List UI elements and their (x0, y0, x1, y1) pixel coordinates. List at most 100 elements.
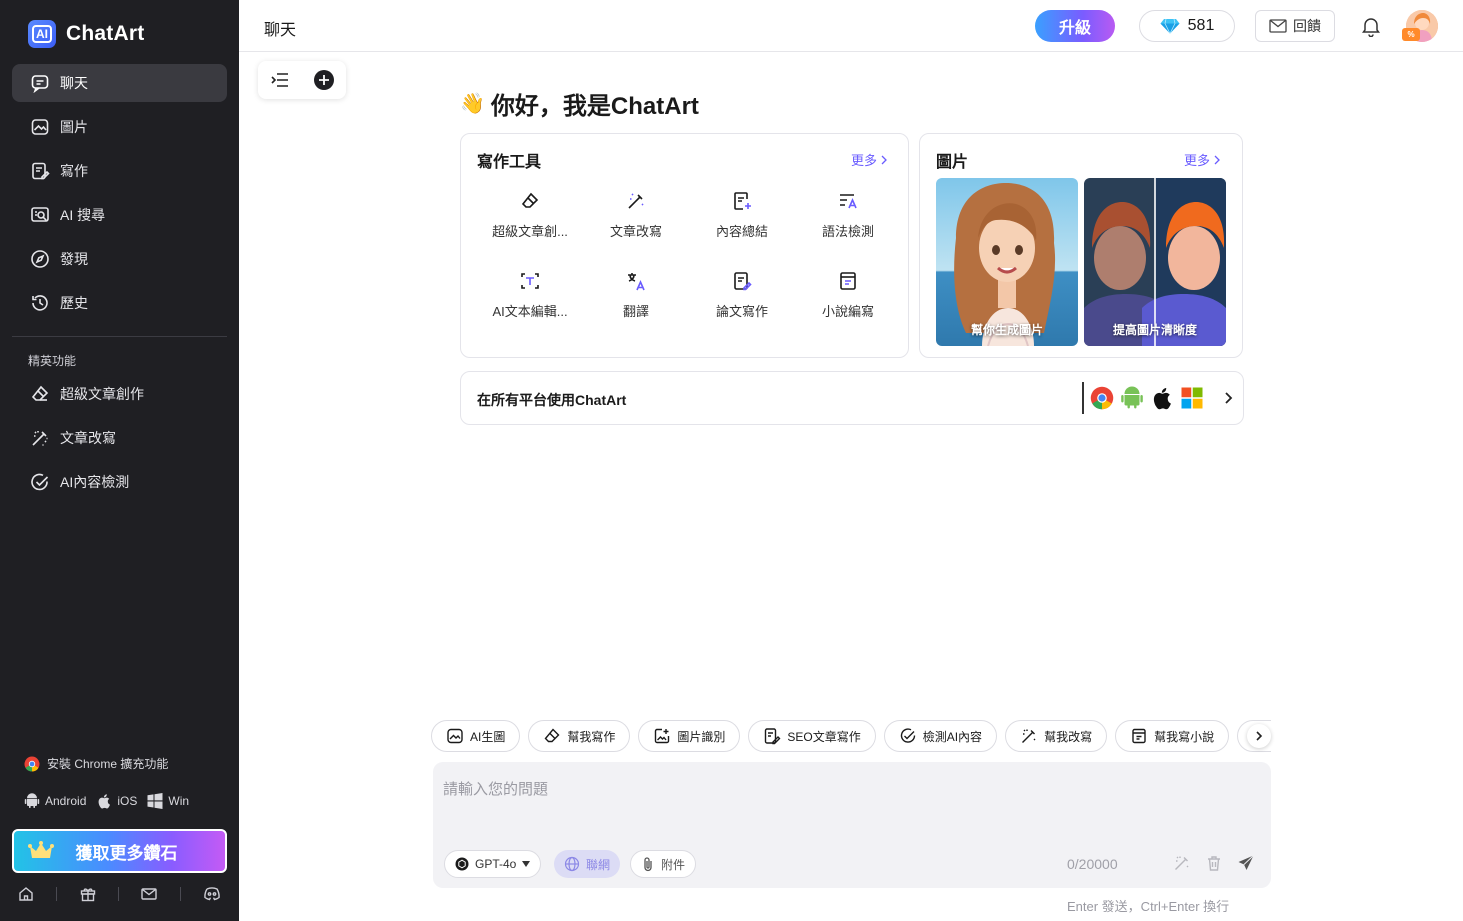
apple-icon[interactable] (1150, 386, 1174, 410)
greeting: 👋 你好，我是ChatArt (460, 86, 699, 121)
magic-wand-icon[interactable] (1173, 854, 1191, 872)
home-icon[interactable] (17, 885, 35, 903)
cta-label: 獲取更多鑽石 (75, 843, 178, 863)
install-chrome-extension[interactable]: 安裝 Chrome 擴充功能 (24, 755, 168, 772)
diamond-icon (1160, 18, 1180, 34)
attach-button[interactable]: 附件 (630, 850, 697, 878)
chip-label: AI生圖 (470, 729, 506, 744)
bell-icon[interactable] (1360, 15, 1382, 37)
images-title: 圖片 (936, 154, 969, 171)
sidebar-toggle-icon[interactable] (270, 71, 290, 89)
chip-detect-ai[interactable]: 檢測AI內容 (883, 720, 998, 752)
windows-label: Win (168, 794, 190, 808)
mail-icon[interactable] (140, 885, 158, 903)
tool-rewrite[interactable]: 文章改寫 (583, 190, 689, 240)
image-generate-tile[interactable]: 幫你生成圖片 (936, 178, 1078, 346)
windows-icon[interactable] (1180, 386, 1204, 410)
writing-tools-title: 寫作工具 (477, 154, 542, 171)
new-chat-icon[interactable] (313, 69, 335, 91)
caret-down-icon (522, 861, 531, 867)
top-bar: 聊天 升級 581 回饋 % (239, 0, 1463, 52)
mail-icon (1269, 19, 1287, 33)
tool-text-edit[interactable]: AI文本編輯... (477, 270, 583, 320)
tool-novel[interactable]: 小說編寫 (795, 270, 901, 320)
images-card: 圖片 更多 幫你生成圖片 提高圖片清晰度 (919, 133, 1243, 358)
tool-grammar[interactable]: 語法檢測 (795, 190, 901, 240)
writing-tools-more-link[interactable]: 更多 (851, 150, 888, 169)
tool-label: 文章改寫 (609, 224, 662, 239)
more-label: 更多 (851, 153, 878, 168)
globe-icon (564, 856, 580, 872)
chevron-right-icon (1214, 155, 1220, 164)
magic-wand-icon (32, 431, 48, 446)
sidebar-item-discover[interactable]: 發現 (12, 240, 227, 278)
android-link[interactable]: Android (24, 793, 86, 809)
sidebar-item-chat[interactable]: 聊天 (12, 64, 227, 102)
chip-seo-article[interactable]: SEO文章寫作 (748, 720, 876, 752)
chip-help-rewrite[interactable]: 幫我改寫 (1005, 720, 1108, 752)
app-name: ChatArt (66, 22, 145, 45)
trash-icon[interactable] (1205, 854, 1223, 872)
logo[interactable]: AI ChatArt (28, 20, 144, 48)
ios-link[interactable]: iOS (96, 793, 137, 809)
diamond-balance-button[interactable]: 581 (1139, 10, 1235, 42)
android-label: Android (45, 794, 87, 808)
images-more-link[interactable]: 更多 (1184, 150, 1221, 169)
history-icon (32, 295, 48, 311)
platform-links: Android iOS Win (24, 793, 193, 809)
chip-help-write[interactable]: 幫我寫作 (528, 720, 631, 752)
tool-paper[interactable]: 論文寫作 (689, 270, 795, 320)
magic-wand-icon (1022, 729, 1036, 743)
send-icon[interactable] (1237, 854, 1255, 872)
chip-ai-image[interactable]: AI生圖 (431, 720, 521, 752)
windows-link[interactable]: Win (147, 793, 189, 809)
image-enhance-tile[interactable]: 提高圖片清晰度 (1084, 178, 1226, 346)
tool-summary[interactable]: 內容總結 (689, 190, 795, 240)
feedback-button[interactable]: 回饋 (1255, 10, 1335, 42)
sidebar-footer (0, 880, 239, 908)
quick-actions: AI生圖 幫我寫作 圖片識別 SEO文章寫作 檢測AI內容 幫我改寫 幫我寫小說 (431, 720, 1271, 754)
sidebar-item-rewrite[interactable]: 文章改寫 (12, 419, 227, 457)
eraser-icon (31, 385, 49, 401)
sidebar-item-write[interactable]: 寫作 (12, 152, 227, 190)
main-nav: 聊天 圖片 寫作 AI 搜尋 發現 歷史 (12, 64, 227, 328)
chevron-right-icon[interactable] (1216, 386, 1240, 410)
footer-separator (117, 887, 119, 901)
openai-icon (455, 857, 469, 871)
platform-bar[interactable]: 在所有平台使用ChatArt (460, 371, 1244, 425)
discount-badge: % (1402, 28, 1420, 41)
sidebar-item-ai-search[interactable]: AI 搜尋 (12, 196, 227, 234)
sidebar: AI ChatArt 聊天 圖片 寫作 AI 搜尋 發現 歷史 精英功能 超級文… (0, 0, 239, 921)
sidebar-item-history[interactable]: 歷史 (12, 284, 227, 322)
chip-help-novel[interactable]: 幫我寫小說 (1115, 720, 1230, 752)
sidebar-item-image[interactable]: 圖片 (12, 108, 227, 146)
upgrade-button[interactable]: 升級 (1035, 10, 1115, 42)
model-selector[interactable]: GPT-4o (444, 850, 542, 878)
chat-icon (31, 75, 49, 93)
sidebar-item-super-article[interactable]: 超級文章創作 (12, 375, 227, 413)
get-more-diamonds-button[interactable]: 獲取更多鑽石 (12, 829, 227, 873)
gift-icon[interactable] (79, 885, 97, 903)
question-input[interactable] (443, 778, 1243, 838)
discord-icon[interactable] (202, 885, 222, 903)
chips-scroll-right-button[interactable] (1247, 724, 1271, 748)
sidebar-item-label: 聊天 (60, 75, 88, 91)
chrome-icon[interactable] (1090, 386, 1114, 410)
chip-image-recognize[interactable]: 圖片識別 (638, 720, 741, 752)
web-search-toggle[interactable]: 聯網 (554, 850, 621, 878)
greeting-text: 你好，我是ChatArt (490, 93, 699, 120)
tool-translate[interactable]: 翻譯 (583, 270, 689, 320)
sidebar-item-label: 文章改寫 (60, 430, 116, 446)
write-icon (765, 728, 781, 745)
chip-label: 圖片識別 (677, 729, 726, 744)
model-name: GPT-4o (475, 857, 517, 871)
tool-label: 小說編寫 (821, 304, 874, 319)
tool-super-article[interactable]: 超級文章創... (477, 190, 583, 240)
android-icon[interactable] (1120, 386, 1144, 410)
sidebar-item-label: 圖片 (60, 119, 88, 135)
image-tile-caption: 提高圖片清晰度 (1112, 323, 1197, 337)
crown-icon (28, 841, 54, 858)
more-label: 更多 (1184, 153, 1211, 168)
chrome-icon (24, 756, 40, 771)
sidebar-item-ai-detect[interactable]: AI內容檢測 (12, 463, 227, 501)
